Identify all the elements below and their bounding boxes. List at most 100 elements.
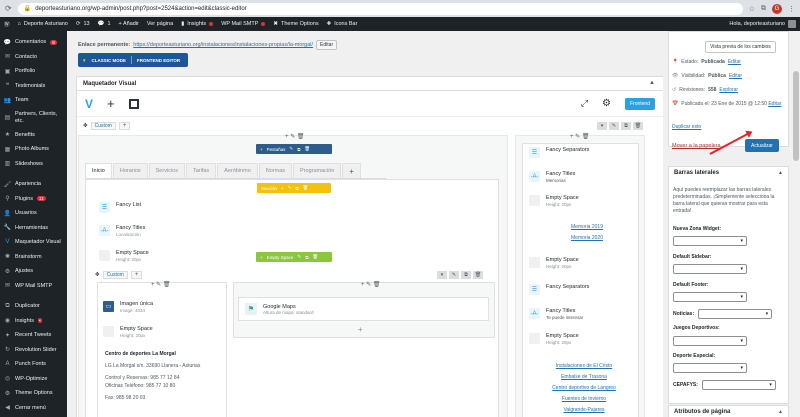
preview-button[interactable]: Vista previa de los cambios [705,41,776,53]
default-sidebar-select[interactable]: ▾ [673,264,747,274]
sidebar-item-contact[interactable]: ✉ Contacto [0,50,67,65]
insights-link[interactable]: ▮ Insights [181,21,214,27]
edit-permalink-button[interactable]: Editar [316,40,338,50]
empty-space-widget-right[interactable]: Empty Space Height: 20px [529,195,579,208]
noticias-select[interactable]: ▾ [698,309,773,319]
single-image-widget[interactable]: ▭ Imagen única Image: 4034 [103,301,153,314]
reload-icon[interactable]: ⟳ [5,4,12,13]
collapse-row-icon[interactable]: ▾ [597,122,607,130]
sidebar-item-wp-optimize[interactable]: ◎ WP-Optimize [0,372,67,387]
text-block[interactable]: Centro de deportes La Morgal LG La Morga… [105,350,223,402]
new-content-link[interactable]: + Añadir [119,21,139,27]
toggle-caret-icon[interactable]: ▲ [778,409,783,415]
permalink-url[interactable]: https://deporteasturiano.org/instalacion… [133,42,313,48]
account-menu[interactable]: Hola, deporteasturiano [729,20,796,28]
sidebar-item-benefits[interactable]: ★ Benefits [0,128,67,143]
add-icon[interactable]: + [260,147,263,152]
delete-row-icon[interactable]: 🗑 [633,122,643,130]
sidebar-item-recent-tweets[interactable]: ✦ Recent Tweets [0,328,67,343]
edit-status-link[interactable]: Editar [728,59,741,65]
add-icon[interactable]: + [285,134,289,140]
theme-options-link[interactable]: ✖ Theme Options [273,21,318,27]
sidebar-item-revolution-slider[interactable]: ↻ Revolution Slider [0,343,67,358]
tabs-element-bar[interactable]: + Pestañas ✎ ⧉ 🗑 [256,144,332,154]
add-element-icon[interactable]: + [358,325,363,334]
edit-icon[interactable]: ✎ [289,146,293,152]
move-to-trash-link[interactable]: Mover a la papelera [672,143,721,149]
inner-row-layout-button[interactable]: Custom [102,271,128,279]
google-maps-widget[interactable]: ⚑ Google Maps Altura de mapa: standard [238,297,489,321]
link-fuentes[interactable]: Fuentes de Invierno [529,394,639,405]
tab-servicios[interactable]: Servicios [148,163,185,178]
add-tab-button[interactable]: + [342,163,361,178]
sidebar-item-team[interactable]: 👥 Team [0,93,67,108]
clone-icon[interactable]: ⧉ [297,147,300,152]
link-memoria-2020[interactable]: Memoria 2020 [537,233,637,244]
tab-inicio[interactable]: Inicio [85,163,112,178]
clone-row-icon[interactable]: ⧉ [621,122,631,130]
edit-visibility-link[interactable]: Editar [729,73,742,79]
sidebar-item-photo-albums[interactable]: ▦ Photo Albums [0,142,67,157]
collapse-row-icon[interactable]: ▾ [437,271,447,279]
smtp-link[interactable]: WP Mail SMTP [221,21,266,27]
sidebar-item-brainstorm[interactable]: ✺ Brainstorm [0,250,67,265]
tab-normas[interactable]: Normas [258,163,293,178]
sidebar-item-partners[interactable]: ▤ Partners, Clients, etc. [0,108,67,128]
sidebar-item-insights[interactable]: ◉ Insights • [0,314,67,329]
sidebar-item-visual-builder[interactable]: V Maquetador Visual [0,235,67,250]
templates-icon[interactable] [128,98,139,109]
delete-row-icon[interactable]: 🗑 [473,271,483,279]
comments-count[interactable]: 💬 1 [98,21,111,27]
delete-icon[interactable]: 🗑 [312,254,318,260]
tab-aerobinmo[interactable]: Aeróbinmo [217,163,258,178]
link-el-cristo[interactable]: Instalaciones de El Cristo [529,361,639,372]
view-page-link[interactable]: Ver página [147,21,173,27]
clone-row-icon[interactable]: ⧉ [461,271,471,279]
menu-icon[interactable]: ⋮ [788,5,795,13]
juegos-deportivos-select[interactable]: ▾ [673,336,747,346]
sidebar-item-tools[interactable]: 🔧 Herramientas [0,221,67,236]
frontend-button[interactable]: Frontend [624,97,655,110]
sidebar-scrollbar[interactable] [792,31,800,417]
row-layout-button[interactable]: Custom [90,122,116,130]
deporte-especial-select[interactable]: ▾ [673,363,747,373]
sidebar-item-theme-options[interactable]: ⚙ Theme Options [0,386,67,401]
delete-icon[interactable]: 🗑 [304,146,310,152]
address-bar[interactable]: 🔒 deporteasturiano.org/wp-admin/post.php… [17,2,743,15]
wp-logo-icon[interactable]: Ⓦ [4,20,10,28]
fancy-titles-widget-right-2[interactable]: -A- Fancy Titles Te puede interesar [529,308,583,321]
add-icon[interactable]: + [260,255,263,260]
link-valgrande[interactable]: Valgrande-Pajares [529,405,639,416]
star-icon[interactable]: ☆ [749,5,755,13]
sidebar-item-settings[interactable]: ⚙ Ajustes [0,264,67,279]
empty-space-widget-right-2[interactable]: Empty Space Height: 20px [529,257,579,270]
add-column-button[interactable]: + [118,122,131,130]
sidebar-item-collapse[interactable]: ◀ Cerrar menú [0,401,67,416]
settings-gear-icon[interactable]: ⚙ [602,98,611,109]
fancy-separators-widget-2[interactable]: ☰ Fancy Separators [529,284,589,295]
frontend-editor-button[interactable]: FRONTEND EDITOR [137,58,180,63]
browse-revisions-link[interactable]: Explorar [719,87,738,93]
extensions-icon[interactable]: ⧉ [761,5,766,13]
icons-bar-link[interactable]: ✚ Icons Bar [327,21,358,27]
sidebar-item-testimonials[interactable]: ❝ Testimonials [0,79,67,94]
add-element-icon[interactable]: + [107,96,115,111]
empty-space-widget[interactable]: Empty Space Height: 20px [99,250,149,263]
add-inner-column-button[interactable]: + [130,271,143,279]
clone-icon[interactable]: ⧉ [295,186,298,191]
updates-count[interactable]: ⟳ 13 [76,21,90,27]
edit-icon[interactable]: ✎ [288,185,292,191]
fancy-titles-widget-right[interactable]: -A- Fancy Titles Memorias [529,171,575,184]
sidebar-item-users[interactable]: 👤 Usuarios [0,206,67,221]
empty-space-widget-2[interactable]: Empty Space Height: 20px [103,326,153,339]
move-icon[interactable]: ✥ [83,123,88,129]
tab-horarios[interactable]: Horarios [112,163,148,178]
cepafys-select[interactable]: ▾ [701,380,776,390]
sidebar-item-comments[interactable]: 💬 Comentarios 9 [0,35,67,50]
edit-row-icon[interactable]: ✎ [449,271,459,279]
tab-programacion[interactable]: Programación [293,163,342,178]
classic-mode-button[interactable]: CLASSIC MODE [91,58,126,63]
edit-icon[interactable]: ✎ [297,254,301,260]
scrollbar-thumb[interactable] [793,71,799,161]
empty-space-element-bar[interactable]: + Empty Space ✎ ⧉ 🗑 [256,252,332,262]
